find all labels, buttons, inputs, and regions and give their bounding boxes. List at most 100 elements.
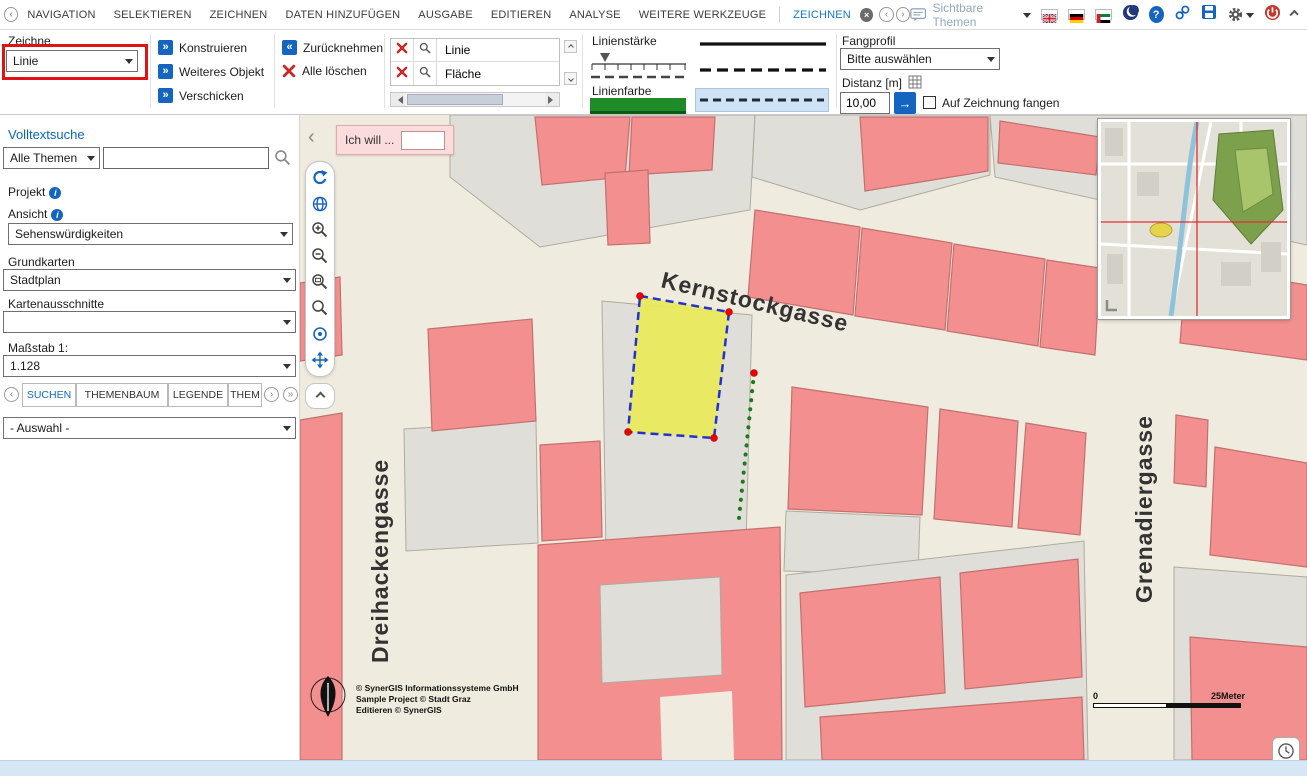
search-icon[interactable] bbox=[274, 149, 291, 171]
help-icon[interactable]: ? bbox=[1149, 6, 1164, 23]
fangprofil-select[interactable]: Bitte auswählen bbox=[840, 48, 1000, 70]
tab-themenbaum[interactable]: THEMENBAUM bbox=[76, 383, 168, 407]
link-icon[interactable] bbox=[1174, 4, 1191, 26]
street-label-grenadiergasse: Grenadiergasse bbox=[1131, 415, 1157, 603]
kartenausschnitte-select[interactable] bbox=[3, 311, 296, 333]
chevron-down-icon bbox=[1246, 13, 1254, 22]
scale-bar: 0 25Meter bbox=[1093, 691, 1245, 708]
auswahl-select[interactable]: - Auswahl - bbox=[3, 417, 296, 439]
panel-next-icon[interactable]: › bbox=[264, 387, 279, 402]
tab-next-icon[interactable]: › bbox=[896, 7, 910, 22]
refresh-extent-icon[interactable] bbox=[309, 167, 331, 189]
dash-style-preview[interactable] bbox=[590, 74, 688, 80]
visible-themes-dropdown[interactable]: Sichtbare Themen bbox=[910, 1, 1031, 29]
zoom-out-icon[interactable] bbox=[309, 245, 331, 267]
line-style-dashed-selected[interactable] bbox=[695, 88, 829, 112]
history-clock-button[interactable] bbox=[1272, 737, 1300, 760]
flag-uae-icon[interactable] bbox=[1095, 9, 1112, 20]
scroll-thumb[interactable] bbox=[407, 94, 503, 105]
gear-icon bbox=[1227, 6, 1244, 23]
tab-zeichnen[interactable]: ZEICHNEN bbox=[201, 9, 277, 21]
scroll-up-icon[interactable] bbox=[564, 40, 577, 53]
zoom-selection-icon[interactable] bbox=[309, 297, 331, 319]
weiteres-objekt-button[interactable]: » Weiteres Objekt bbox=[158, 64, 264, 79]
toolbar-collapse-button[interactable] bbox=[305, 383, 335, 409]
info-icon[interactable]: i bbox=[51, 209, 63, 221]
zeichne-select[interactable]: Linie bbox=[6, 50, 138, 72]
tab-zeichnen-active[interactable]: ZEICHNEN bbox=[784, 9, 860, 21]
delete-object-icon[interactable] bbox=[391, 65, 413, 83]
line-style-solid[interactable] bbox=[698, 40, 828, 48]
zoom-in-icon[interactable] bbox=[309, 219, 331, 241]
zoom-to-object-icon[interactable] bbox=[414, 41, 436, 59]
objects-hscrollbar[interactable] bbox=[390, 92, 560, 107]
globe-icon[interactable] bbox=[309, 193, 331, 215]
tab-analyse[interactable]: ANALYSE bbox=[560, 9, 629, 21]
tab-themen-truncated[interactable]: THEM bbox=[228, 383, 262, 407]
zoom-to-object-icon[interactable] bbox=[414, 65, 436, 83]
ansicht-label: Ansichti bbox=[8, 207, 63, 221]
visible-themes-label: Sichtbare Themen bbox=[932, 1, 1016, 29]
zoom-window-icon[interactable] bbox=[309, 271, 331, 293]
save-icon[interactable] bbox=[1201, 4, 1217, 25]
ich-will-widget[interactable]: Ich will ... bbox=[336, 125, 454, 155]
map-viewport[interactable]: Kernstockgasse Dreihackengasse Grenadier… bbox=[300, 115, 1307, 760]
list-item[interactable]: Linie bbox=[391, 39, 559, 62]
dark-mode-moon-icon[interactable] bbox=[1122, 4, 1139, 26]
settings-gear-dropdown[interactable] bbox=[1227, 6, 1254, 23]
grundkarten-select[interactable]: Stadtplan bbox=[3, 269, 296, 291]
panel-last-icon[interactable]: » bbox=[283, 387, 298, 402]
arrow-right-icon: » bbox=[158, 40, 173, 55]
overview-map[interactable] bbox=[1098, 119, 1290, 319]
full-extent-icon[interactable] bbox=[309, 349, 331, 371]
flag-uk-icon[interactable] bbox=[1041, 9, 1058, 20]
line-width-slider[interactable] bbox=[590, 50, 688, 72]
tab-suchen[interactable]: SUCHEN bbox=[22, 383, 76, 407]
collapse-header-icon[interactable] bbox=[1289, 10, 1298, 19]
panel-prev-icon[interactable]: ‹ bbox=[4, 387, 19, 402]
info-icon[interactable]: i bbox=[49, 187, 61, 199]
tab-navigation[interactable]: NAVIGATION bbox=[18, 9, 104, 21]
north-arrow-icon bbox=[308, 671, 348, 726]
tab-editieren[interactable]: EDITIEREN bbox=[482, 9, 560, 21]
delete-object-icon[interactable] bbox=[391, 41, 413, 59]
undo-button[interactable]: « Zurücknehmen bbox=[282, 40, 383, 55]
chevron-down-icon bbox=[1023, 13, 1031, 22]
theme-filter-select[interactable]: Alle Themen bbox=[3, 147, 100, 169]
tab-legende[interactable]: LEGENDE bbox=[168, 383, 228, 407]
konstruieren-button[interactable]: » Konstruieren bbox=[158, 40, 247, 55]
tab-daten-hinzufuegen[interactable]: DATEN HINZUFÜGEN bbox=[276, 9, 409, 21]
snap-checkbox[interactable] bbox=[923, 96, 936, 109]
search-input[interactable] bbox=[103, 147, 269, 169]
courtyard bbox=[600, 577, 722, 683]
grid-icon[interactable] bbox=[908, 75, 922, 89]
drawn-polygon[interactable] bbox=[628, 296, 729, 438]
scroll-down-icon[interactable] bbox=[564, 72, 577, 85]
menu-collapse-icon[interactable]: ‹ bbox=[4, 7, 18, 22]
line-color-swatch[interactable] bbox=[590, 98, 686, 114]
arrow-right-icon: » bbox=[158, 88, 173, 103]
volltextsuche-link[interactable]: Volltextsuche bbox=[8, 127, 85, 142]
apply-distance-button[interactable]: → bbox=[894, 92, 916, 114]
line-style-dashed[interactable] bbox=[698, 66, 828, 74]
center-map-icon[interactable] bbox=[309, 323, 331, 345]
sidebar-collapse-handle[interactable]: ‹ bbox=[308, 127, 315, 147]
scroll-right-icon[interactable] bbox=[545, 93, 559, 106]
distanz-input[interactable] bbox=[840, 92, 890, 114]
close-tab-icon[interactable]: × bbox=[860, 8, 873, 22]
flag-germany-icon[interactable] bbox=[1068, 9, 1085, 20]
verschicken-button[interactable]: » Verschicken bbox=[158, 88, 244, 103]
scroll-left-icon[interactable] bbox=[391, 93, 405, 106]
logout-power-icon[interactable] bbox=[1264, 4, 1281, 26]
clear-all-button[interactable]: Alle löschen bbox=[282, 64, 367, 78]
ansicht-select[interactable]: Sehenswürdigkeiten bbox=[8, 223, 293, 245]
tab-ausgabe[interactable]: AUSGABE bbox=[409, 9, 482, 21]
arrow-left-icon: « bbox=[282, 40, 297, 55]
ich-will-input[interactable] bbox=[401, 131, 445, 150]
tab-weitere-werkzeuge[interactable]: WEITERE WERKZEUGE bbox=[630, 9, 775, 21]
tab-prev-icon[interactable]: ‹ bbox=[879, 7, 893, 22]
list-item[interactable]: Fläche bbox=[391, 62, 559, 85]
massstab-select[interactable]: 1.128 bbox=[3, 355, 296, 377]
map-copyright: © SynerGIS Informationssysteme GmbH Samp… bbox=[356, 683, 519, 716]
tab-selektieren[interactable]: SELEKTIEREN bbox=[105, 9, 201, 21]
